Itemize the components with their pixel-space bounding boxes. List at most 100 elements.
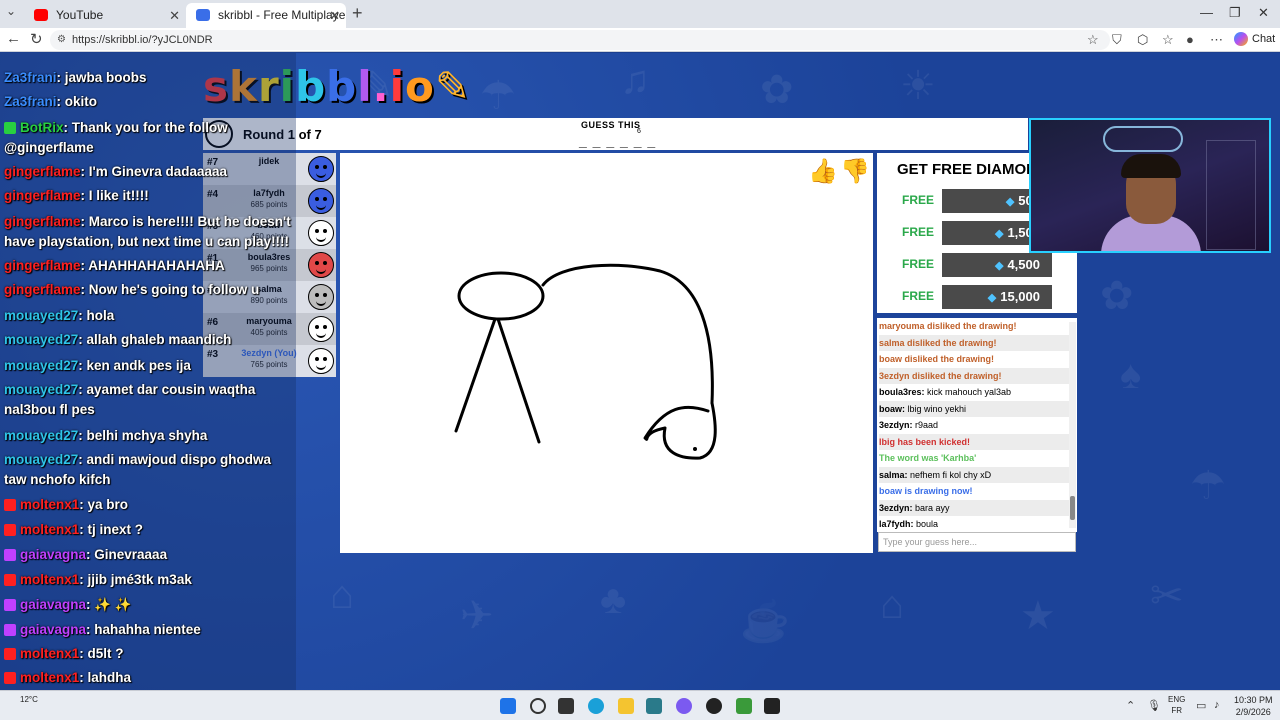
chat-username: mouayed27 <box>4 382 79 397</box>
new-tab-icon[interactable]: + <box>352 3 363 24</box>
diamond-offer[interactable]: FREE ◆ 4,500 <box>877 253 1077 277</box>
microphone-icon[interactable]: 🎙 <box>1147 699 1161 712</box>
game-chat-text: The word was 'Karhba' <box>879 453 977 463</box>
edge-icon[interactable] <box>588 698 604 714</box>
game-chat-name: salma: <box>879 469 908 480</box>
tray-chevron-icon[interactable]: ⌃ <box>1126 699 1135 712</box>
webcam-overlay <box>1029 118 1271 253</box>
diamond-offer[interactable]: FREE ◆ 15,000 <box>877 285 1077 309</box>
shield-icon[interactable]: ⛉ <box>1112 32 1122 48</box>
chat-username: moltenx1 <box>20 522 80 537</box>
profile-icon[interactable]: ● <box>1186 32 1194 47</box>
close-tab-icon[interactable]: ✕ <box>169 3 180 28</box>
chat-username: gaiavagna <box>20 622 87 637</box>
task-view-icon[interactable] <box>558 698 574 714</box>
doodle-icon: ⌂ <box>880 583 905 627</box>
stream-chat-message: gingerflame: Marco is here!!!! But he do… <box>4 212 294 252</box>
word-blanks: _ _ _ _ _ _ <box>579 133 657 149</box>
doodle-icon: ✂ <box>1150 574 1184 618</box>
chat-username: gingerflame <box>4 214 81 229</box>
drawing-canvas[interactable]: 👍 👎 <box>340 153 873 553</box>
chat-badge-icon <box>4 524 16 537</box>
stream-chat-message: Za3frani: okito <box>4 92 294 112</box>
chat-username: gingerflame <box>4 282 81 297</box>
store-icon[interactable] <box>646 698 662 714</box>
app-icon[interactable] <box>736 698 752 714</box>
close-tab-icon[interactable]: ✕ <box>329 3 340 28</box>
lang-bottom: FR <box>1171 706 1182 715</box>
search-icon[interactable] <box>530 698 546 714</box>
chat-label: Chat <box>1252 32 1276 45</box>
chat-badge-icon <box>4 648 16 661</box>
chat-username: moltenx1 <box>20 497 80 512</box>
offer-free-label: FREE <box>902 257 935 271</box>
discord-icon[interactable] <box>676 698 692 714</box>
skribbl-icon <box>196 9 210 21</box>
doodle-icon: ✈ <box>460 594 494 638</box>
chat-scrollbar[interactable] <box>1069 322 1076 528</box>
url-field[interactable]: ⚙ https://skribbl.io/?yJCL0NDR <box>50 30 1110 50</box>
address-bar: ← ↻ ⚙ https://skribbl.io/?yJCL0NDR ☆ ⛉ ⬡… <box>0 28 1280 52</box>
more-menu-icon[interactable]: ⋯ <box>1210 32 1223 48</box>
chat-badge-icon <box>4 672 16 685</box>
chat-text: : Now he's going to follow u <box>80 282 260 297</box>
tab-youtube[interactable]: YouTube ✕ <box>24 3 186 28</box>
network-icon[interactable]: ▭ <box>1196 699 1206 712</box>
extensions-icon[interactable]: ⬡ <box>1137 32 1148 48</box>
volume-icon[interactable]: ♪ <box>1214 699 1220 711</box>
offer-amount-button[interactable]: ◆ 4,500 <box>942 253 1052 277</box>
stream-chat-message: gingerflame: Now he's going to follow u <box>4 280 294 300</box>
diamond-icon: ◆ <box>994 228 1004 240</box>
start-icon[interactable] <box>500 698 516 714</box>
refresh-icon[interactable]: ↻ <box>30 30 43 48</box>
file-explorer-icon[interactable] <box>618 698 634 714</box>
game-chat-text: lbig has been kicked! <box>879 436 971 447</box>
chat-username: mouayed27 <box>4 358 79 373</box>
chat-text: : ya bro <box>79 497 129 512</box>
doodle-icon: ★ <box>1020 594 1056 638</box>
app-icon[interactable] <box>764 698 780 714</box>
tab-skribbl[interactable]: skribbl - Free Multiplayer Drawing ✕ <box>186 3 346 28</box>
game-chat-message: boaw is drawing now! <box>879 483 1069 500</box>
chat-username: mouayed27 <box>4 308 79 323</box>
favorites-icon[interactable]: ☆ <box>1162 32 1174 48</box>
chat-username: BotRix <box>20 120 64 135</box>
weather-widget[interactable]: 12°C <box>20 695 38 704</box>
neon-sign <box>1103 126 1183 152</box>
site-info-icon[interactable]: ⚙ <box>57 30 66 50</box>
close-window-icon[interactable]: ✕ <box>1258 5 1269 21</box>
game-chat-message: 3ezdyn: r9aad <box>879 417 1069 434</box>
chat-scrollbar-thumb[interactable] <box>1070 496 1075 520</box>
chat-username: mouayed27 <box>4 452 79 467</box>
minimize-icon[interactable]: — <box>1200 5 1213 20</box>
chat-username: moltenx1 <box>20 670 80 685</box>
avatar <box>308 252 334 278</box>
game-chat-text: bara ayy <box>912 502 950 513</box>
game-chat-message: lbig has been kicked! <box>879 433 1069 450</box>
chat-username: gingerflame <box>4 188 81 203</box>
obs-icon[interactable] <box>706 698 722 714</box>
offer-free-label: FREE <box>902 225 935 239</box>
favorite-star-icon[interactable]: ☆ <box>1087 32 1099 48</box>
language-indicator[interactable]: ENG FR <box>1168 694 1185 716</box>
offer-amount: 4,500 <box>1007 257 1040 272</box>
copilot-icon <box>1234 32 1248 46</box>
guess-input[interactable]: Type your guess here... <box>878 532 1076 552</box>
stream-chat-message: mouayed27: ken andk pes ija <box>4 356 294 376</box>
streamer-hair <box>1121 154 1181 178</box>
drawing-strokes <box>454 263 717 460</box>
avatar <box>308 284 334 310</box>
avatar <box>308 316 334 342</box>
copilot-chat-button[interactable]: Chat <box>1234 32 1275 46</box>
system-clock[interactable]: 10:30 PM 2/9/2026 <box>1234 694 1273 718</box>
tab-list-chevron-icon[interactable]: ⌄ <box>6 4 16 18</box>
game-chat-name: boula3res: <box>879 387 925 397</box>
chat-text: : I like it!!!! <box>80 188 149 203</box>
doodle-icon: ☂ <box>1190 464 1226 508</box>
game-chat-message: 3ezdyn disliked the drawing! <box>879 367 1069 384</box>
stream-chat-message: moltenx1: lahdha <box>4 668 294 688</box>
stream-chat-message: BotRix: Thank you for the follow @ginger… <box>4 118 294 158</box>
maximize-icon[interactable]: ❐ <box>1229 5 1241 21</box>
offer-amount-button[interactable]: ◆ 15,000 <box>942 285 1052 309</box>
back-icon[interactable]: ← <box>6 30 21 47</box>
